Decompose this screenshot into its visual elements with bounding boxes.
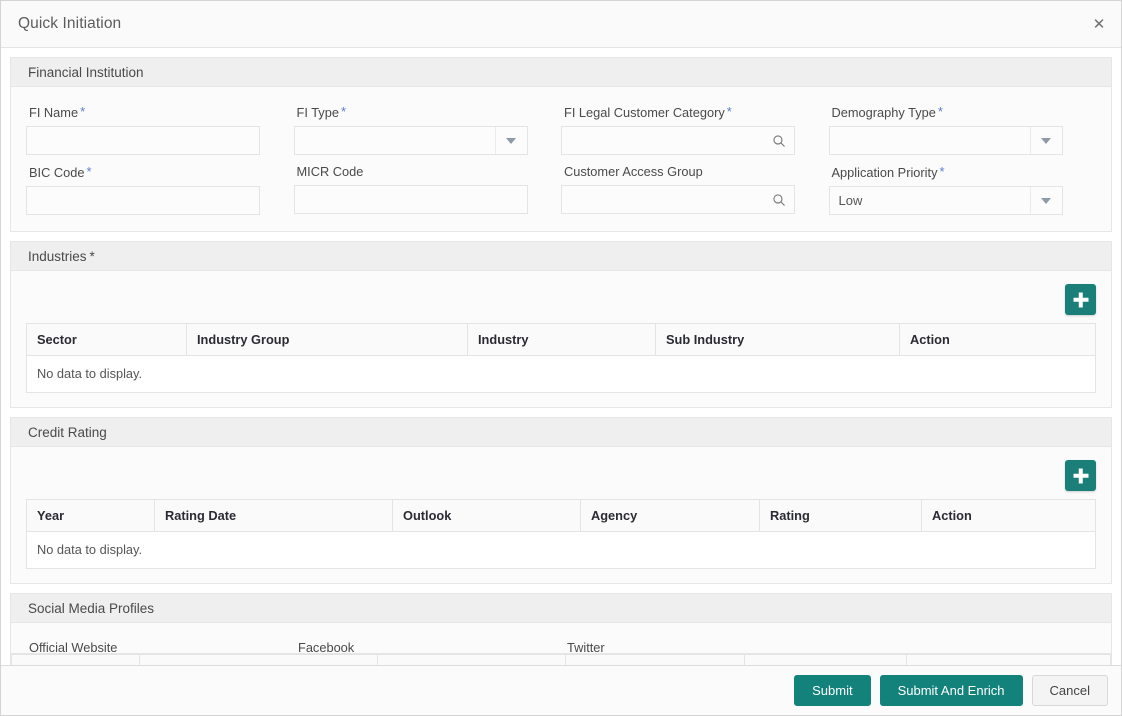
field-fi-name: FI Name *	[26, 97, 294, 155]
fi-type-select[interactable]	[293, 126, 528, 155]
fi-form-row-1: FI Name * FI Type * FI Legal Customer Cate…	[26, 97, 1096, 155]
fi-form-row-2: BIC Code * MICR Code Customer Access Grou…	[26, 157, 1096, 215]
field-demography-type: Demography Type *	[828, 97, 1097, 155]
section-credit-rating-header: Credit Rating	[11, 418, 1111, 447]
chevron-down-icon	[1029, 127, 1062, 154]
column-header-rating-date[interactable]: Rating Date	[154, 499, 393, 532]
column-header-year[interactable]: Year	[26, 499, 155, 532]
required-star-icon: *	[726, 104, 732, 119]
fi-legal-customer-category-input[interactable]	[561, 126, 795, 155]
search-icon[interactable]	[772, 134, 786, 148]
field-fi-type-label: FI Type *	[296, 104, 347, 120]
application-priority-select[interactable]: Low	[828, 186, 1063, 215]
section-financial-institution-body: FI Name * FI Type * FI Legal Customer Cate…	[11, 87, 1111, 231]
clipped-column-header-rating-date[interactable]: Rating Date	[139, 654, 378, 665]
column-header-outlook[interactable]: Outlook	[392, 499, 581, 532]
section-industries-title: Industries	[28, 248, 87, 264]
column-header-agency[interactable]: Agency	[580, 499, 760, 532]
field-customer-access-group: Customer Access Group	[561, 157, 829, 215]
clipped-next-section: Year Rating Date Outlook Agency Rating A…	[10, 653, 1112, 665]
section-financial-institution: Financial Institution FI Name * FI Type *	[10, 57, 1112, 232]
section-financial-institution-title: Financial Institution	[28, 64, 144, 80]
required-star-icon: *	[939, 164, 945, 179]
industries-empty-row: No data to display.	[26, 355, 1096, 393]
cancel-button[interactable]: Cancel	[1031, 675, 1108, 706]
field-fi-legal-customer-category: FI Legal Customer Category *	[561, 97, 829, 155]
required-star-icon: *	[86, 164, 92, 179]
credit-rating-table-header-row: Year Rating Date Outlook Agency Rating A…	[26, 499, 1096, 532]
column-header-sector[interactable]: Sector	[26, 323, 187, 356]
clipped-column-header-outlook[interactable]: Outlook	[377, 654, 566, 665]
clipped-column-header-action[interactable]: Action	[906, 654, 1111, 665]
field-bic-code: BIC Code *	[26, 157, 294, 215]
plus-icon[interactable]	[1065, 284, 1096, 315]
clipped-column-header-rating[interactable]: Rating	[744, 654, 907, 665]
page-title: Quick Initiation	[18, 15, 122, 32]
field-micr-code-label: MICR Code	[296, 164, 364, 179]
clipped-column-header-year[interactable]: Year	[11, 654, 140, 665]
section-industries-body: Sector Industry Group Industry Sub Indus…	[11, 271, 1111, 407]
section-credit-rating: Credit Rating Year Rating Date Outlook A…	[10, 417, 1112, 584]
industries-table-header-row: Sector Industry Group Industry Sub Indus…	[26, 323, 1096, 356]
clipped-table-header-row: Year Rating Date Outlook Agency Rating A…	[11, 654, 1111, 665]
column-header-rating[interactable]: Rating	[759, 499, 922, 532]
section-industries-required-mark: *	[89, 248, 95, 264]
credit-rating-empty-row: No data to display.	[26, 531, 1096, 569]
submit-and-enrich-button[interactable]: Submit And Enrich	[879, 675, 1023, 706]
industries-empty-text: No data to display.	[26, 355, 1096, 393]
industries-toolbar	[26, 281, 1096, 323]
field-fi-legal-customer-category-label: FI Legal Customer Category *	[564, 104, 732, 120]
search-icon[interactable]	[772, 193, 786, 207]
chevron-down-icon	[1029, 187, 1062, 214]
column-header-industry[interactable]: Industry	[467, 323, 656, 356]
dialog-footer: Submit Submit And Enrich Cancel	[1, 665, 1121, 715]
dialog-titlebar: Quick Initiation ✕	[1, 1, 1121, 48]
dialog-body[interactable]: Financial Institution FI Name * FI Type *	[1, 48, 1121, 665]
customer-access-group-input[interactable]	[561, 185, 795, 214]
field-demography-type-label: Demography Type *	[831, 104, 943, 120]
industries-table: Sector Industry Group Industry Sub Indus…	[26, 323, 1096, 393]
chevron-down-icon	[494, 127, 527, 154]
submit-button[interactable]: Submit	[794, 675, 871, 706]
section-industries-header: Industries *	[11, 242, 1111, 271]
field-application-priority-label: Application Priority *	[831, 164, 945, 180]
column-header-action[interactable]: Action	[899, 323, 1096, 356]
column-header-action[interactable]: Action	[921, 499, 1096, 532]
required-star-icon: *	[340, 104, 347, 119]
column-header-industry-group[interactable]: Industry Group	[186, 323, 468, 356]
clipped-next-section-table: Year Rating Date Outlook Agency Rating A…	[11, 654, 1111, 665]
micr-code-input[interactable]	[293, 185, 528, 214]
required-star-icon: *	[80, 104, 86, 119]
bic-code-input[interactable]	[26, 186, 260, 215]
section-financial-institution-header: Financial Institution	[11, 58, 1111, 87]
section-social-media-profiles-header: Social Media Profiles	[11, 594, 1111, 623]
field-application-priority: Application Priority * Low	[828, 157, 1097, 215]
field-customer-access-group-label: Customer Access Group	[564, 164, 703, 179]
close-icon[interactable]: ✕	[1087, 12, 1111, 36]
column-header-sub-industry[interactable]: Sub Industry	[655, 323, 900, 356]
plus-icon[interactable]	[1065, 460, 1096, 491]
section-industries: Industries * Sector Industry Group Indus…	[10, 241, 1112, 408]
field-bic-code-label: BIC Code *	[29, 164, 92, 180]
field-micr-code: MICR Code	[293, 157, 562, 215]
demography-type-select[interactable]	[828, 126, 1063, 155]
credit-rating-toolbar	[26, 457, 1096, 499]
credit-rating-empty-text: No data to display.	[26, 531, 1096, 569]
fi-name-input[interactable]	[26, 126, 260, 155]
section-social-media-profiles-title: Social Media Profiles	[28, 600, 155, 616]
clipped-column-header-agency[interactable]: Agency	[565, 654, 745, 665]
field-fi-type: FI Type *	[293, 97, 562, 155]
section-credit-rating-title: Credit Rating	[28, 424, 107, 440]
credit-rating-table: Year Rating Date Outlook Agency Rating A…	[26, 499, 1096, 569]
required-star-icon: *	[937, 104, 943, 119]
quick-initiation-dialog: Quick Initiation ✕ Financial Institution…	[0, 0, 1122, 716]
field-fi-name-label: FI Name *	[29, 104, 86, 120]
section-credit-rating-body: Year Rating Date Outlook Agency Rating A…	[11, 447, 1111, 583]
